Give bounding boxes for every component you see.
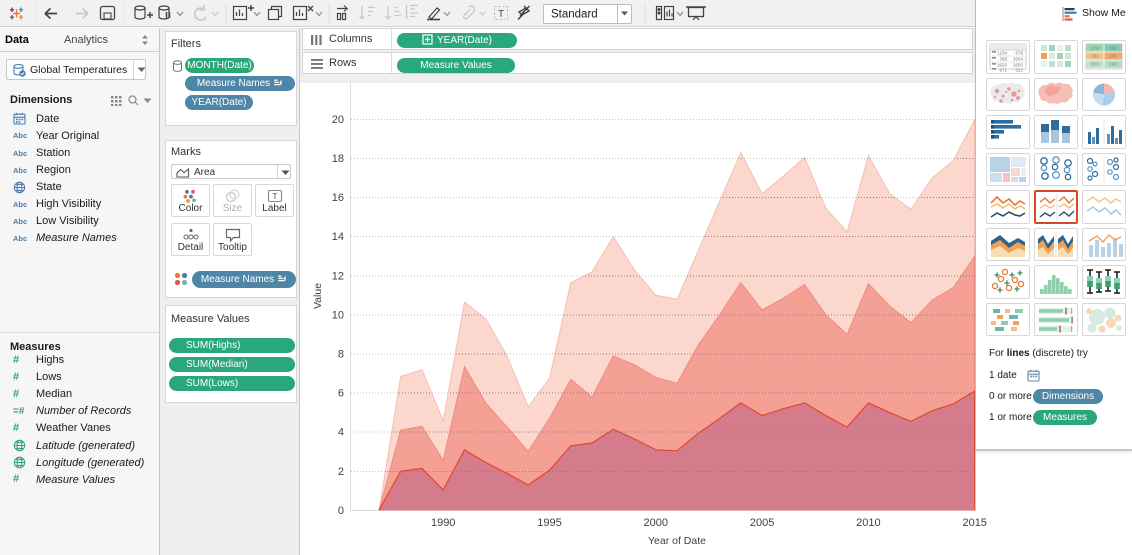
- svg-text:2000: 2000: [644, 517, 668, 529]
- svg-text:1234: 1234: [1090, 46, 1100, 51]
- svg-text:4: 4: [338, 427, 344, 439]
- svg-text:292: 292: [1092, 54, 1100, 59]
- svg-text:16: 16: [332, 192, 344, 204]
- svg-text:678: 678: [1015, 51, 1023, 56]
- svg-text:Value: Value: [312, 283, 324, 309]
- svg-text:140: 140: [1110, 54, 1118, 59]
- svg-text:10: 10: [332, 309, 344, 321]
- svg-text:8: 8: [338, 349, 344, 361]
- svg-text:1360: 1360: [1108, 62, 1118, 67]
- svg-text:Year of Date: Year of Date: [648, 535, 706, 547]
- svg-text:322: 322: [1015, 68, 1023, 73]
- svg-text:18: 18: [332, 153, 344, 165]
- svg-text:971: 971: [999, 68, 1007, 73]
- svg-text:14: 14: [332, 231, 344, 243]
- svg-text:2010: 2010: [856, 517, 880, 529]
- svg-text:1234: 1234: [997, 51, 1008, 56]
- svg-text:1995: 1995: [537, 517, 561, 529]
- svg-text:Standard: Standard: [551, 9, 598, 21]
- svg-text:2: 2: [338, 466, 344, 478]
- svg-text:T: T: [272, 192, 277, 201]
- svg-text:3004: 3004: [1013, 57, 1024, 62]
- svg-text:12: 12: [332, 270, 344, 282]
- svg-text:6: 6: [338, 388, 344, 400]
- svg-text:2015: 2015: [962, 517, 986, 529]
- svg-text:T: T: [498, 9, 504, 20]
- svg-text:0: 0: [338, 505, 344, 517]
- svg-text:568: 568: [1110, 46, 1118, 51]
- svg-text:1990: 1990: [431, 517, 455, 529]
- svg-text:2020: 2020: [1090, 62, 1100, 67]
- svg-text:20: 20: [332, 114, 344, 126]
- svg-text:368: 368: [999, 57, 1007, 62]
- svg-text:2005: 2005: [750, 517, 774, 529]
